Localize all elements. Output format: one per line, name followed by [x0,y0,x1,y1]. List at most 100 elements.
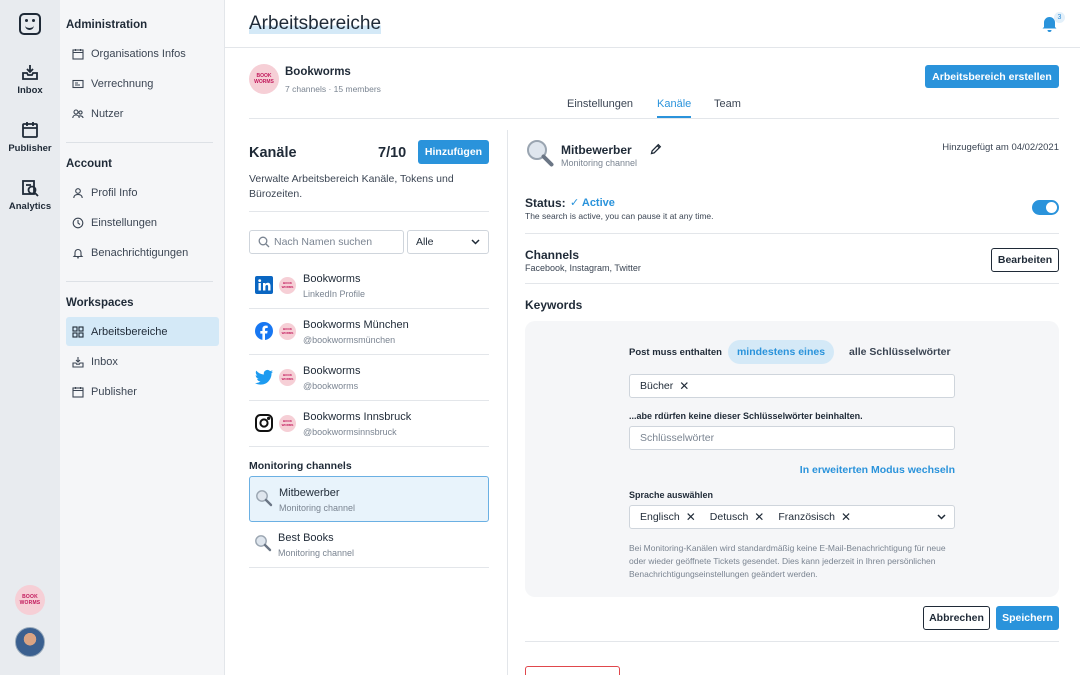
bell-icon [72,249,84,259]
channel-sub: @bookwormsmünchen [303,335,396,345]
option-all-keywords[interactable]: alle Schlüsselwörter [849,346,951,358]
inbox-icon [22,65,38,80]
option-any-keyword[interactable]: mindestens eines [728,340,834,364]
channel-sub: @bookwormsinnsbruck [303,427,397,437]
notification-count-badge: 3 [1054,12,1065,23]
sidebar-item-organisations-infos[interactable]: Organisations Infos [66,40,219,68]
sidebar-item-publisher[interactable]: Publisher [66,378,219,406]
rail-item-inbox[interactable]: Inbox [0,62,60,96]
close-icon[interactable]: ✕ [679,379,689,393]
app-rail: Inbox Publisher Analytics BOOK WORMS [0,0,60,675]
keyword-chip: Bücher ✕ [640,379,690,393]
exclude-keywords-input[interactable]: Schlüsselwörter [629,426,955,450]
language-multiselect[interactable]: Englisch ✕ Detusch ✕ Französisch ✕ [629,505,955,529]
channel-sub: LinkedIn Profile [303,289,366,299]
tab-kanaele[interactable]: Kanäle [657,98,691,110]
sidebar-item-benachrichtigungen[interactable]: Benachrichtigungen [66,239,219,267]
sidebar-heading-administration: Administration [66,19,148,31]
workspace-name: Bookworms [285,66,351,78]
edit-pencil-icon[interactable] [650,143,662,155]
channels-section-list: Facebook, Instagram, Twitter [525,263,641,273]
analytics-icon [22,180,39,197]
magnifier-icon [256,490,273,507]
workspace-mini-avatar: BOOK WORMS [279,277,296,294]
monitoring-channel-sub: Monitoring channel [278,548,355,558]
create-workspace-button[interactable]: Arbeitsbereich erstellen [925,65,1059,88]
sidebar-item-inbox[interactable]: Inbox [66,348,219,376]
search-icon [258,236,270,248]
channels-description: Verwalte Arbeitsbereich Kanäle, Tokens u… [249,173,454,200]
exclude-keywords-label: ...abe rdürfen keine dieser Schlüsselwör… [629,411,863,421]
channels-title: Kanäle [249,145,297,161]
workspace-mini-avatar: BOOK WORMS [279,323,296,340]
channel-row[interactable]: BOOK WORMS Bookworms München @bookwormsm… [249,309,489,355]
edit-channels-button[interactable]: Bearbeiten [991,248,1059,272]
rail-item-publisher[interactable]: Publisher [0,120,60,154]
calendar-icon [72,387,84,398]
sidebar-heading-workspaces: Workspaces [66,297,134,309]
sidebar-item-nutzer[interactable]: Nutzer [66,100,219,128]
divider [525,233,1059,234]
close-icon[interactable]: ✕ [686,510,696,524]
workspace-avatar: BOOK WORMS [249,64,279,94]
header-divider [225,47,1080,48]
channel-filter-select[interactable]: Alle [407,230,489,254]
language-chip: Französisch ✕ [778,510,852,524]
language-chip: Detusch ✕ [709,510,765,524]
include-keywords-input[interactable]: Bücher ✕ [629,374,955,398]
users-icon [72,109,84,119]
monitoring-channel-name: Best Books [278,532,334,544]
calendar-icon [72,49,84,60]
tab-team[interactable]: Team [714,98,741,110]
user-avatar[interactable] [15,627,45,657]
sidebar-divider [66,142,213,143]
monitoring-channel-sub: Monitoring channel [279,503,356,513]
channel-row[interactable]: BOOK WORMS Bookworms LinkedIn Profile [249,263,489,309]
billing-icon [72,79,84,89]
user-icon [73,188,83,199]
language-chip: Englisch ✕ [640,510,696,524]
channels-section-title: Channels [525,248,580,262]
cancel-button[interactable]: Abbrechen [923,606,990,630]
twitter-icon [255,369,273,385]
save-button[interactable]: Speichern [996,606,1059,630]
language-select-label: Sprache auswählen [629,490,714,500]
sidebar-item-arbeitsbereiche[interactable]: Arbeitsbereiche [66,317,219,346]
close-icon[interactable]: ✕ [754,510,764,524]
sidebar-item-profil-info[interactable]: Profil Info [66,179,219,207]
sidebar-item-einstellungen[interactable]: Einstellungen [66,209,219,237]
workspace-mini-avatar: BOOK WORMS [279,369,296,386]
status-value: ✓ Active [570,197,615,209]
close-icon[interactable]: ✕ [841,510,851,524]
advanced-mode-link[interactable]: In erweiterten Modus wechseln [800,464,955,476]
tabs-divider [249,118,1059,119]
monitoring-channel-name: Mitbewerber [279,487,340,499]
channel-row[interactable]: BOOK WORMS Bookworms Innsbruck @bookworm… [249,401,489,447]
magnifier-icon [527,140,554,167]
add-channel-button[interactable]: Hinzufügen [418,140,489,164]
page-title: Arbeitsbereiche [249,13,382,34]
chevron-down-icon [937,514,946,520]
app-logo-icon[interactable] [19,13,41,35]
monitoring-notification-note: Bei Monitoring-Kanälen wird standardmäßi… [629,543,946,579]
magnifier-icon [255,535,272,552]
channel-sub: @bookworms [303,381,359,391]
instagram-icon [255,414,273,432]
chevron-down-icon [471,239,480,245]
channel-search-input[interactable]: Nach Namen suchen [249,230,404,254]
channel-row[interactable]: BOOK WORMS Bookworms @bookworms [249,355,489,401]
workspace-avatar[interactable]: BOOK WORMS [15,585,45,615]
sidebar-item-verrechnung[interactable]: Verrechnung [66,70,219,98]
channel-detail-name: Mitbewerber [561,143,632,157]
must-contain-label: Post muss enthalten [629,347,722,358]
monitoring-channel-row-selected[interactable]: Mitbewerber Monitoring channel [249,476,489,522]
tab-einstellungen[interactable]: Einstellungen [567,98,633,110]
check-icon: ✓ [570,197,582,209]
channel-added-date: Hinzugefügt am 04/02/2021 [942,142,1059,153]
monitoring-channels-heading: Monitoring channels [249,460,352,472]
delete-channel-button[interactable] [525,666,620,675]
status-toggle[interactable] [1032,200,1059,215]
rail-item-analytics[interactable]: Analytics [0,178,60,212]
divider [249,211,489,212]
monitoring-channel-row[interactable]: Best Books Monitoring channel [249,522,489,568]
